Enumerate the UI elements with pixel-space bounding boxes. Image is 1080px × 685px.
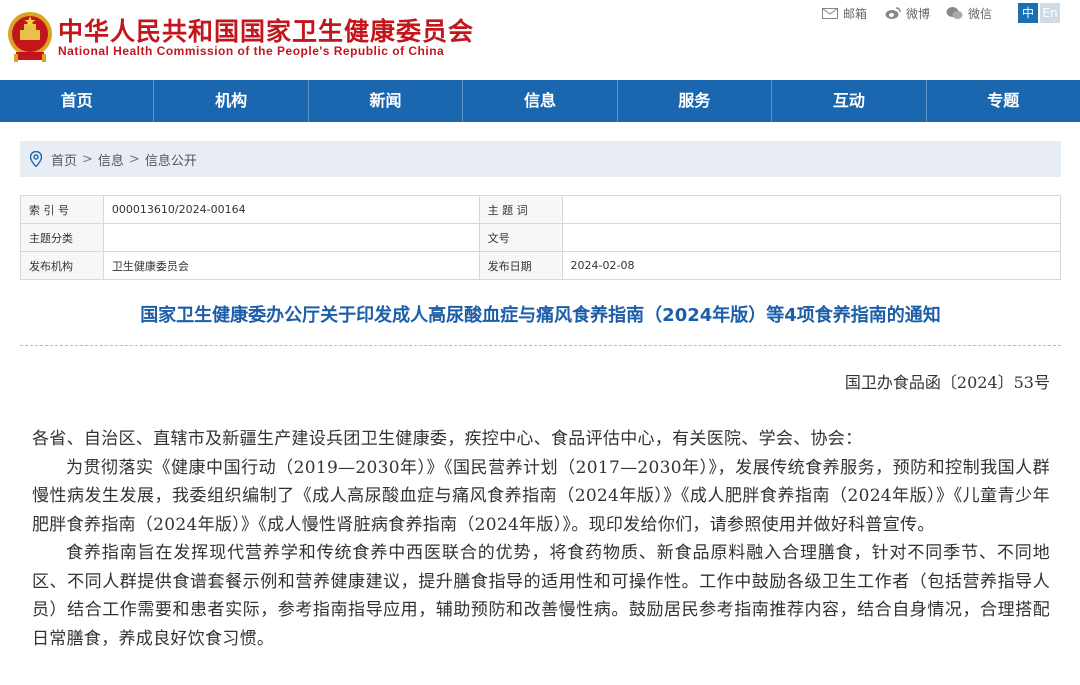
share-wechat-label: 微信 — [968, 6, 993, 21]
publisher-value: 卫生健康委员会 — [102, 251, 480, 280]
share-wechat-link[interactable]: 微信 — [946, 5, 992, 21]
salutation-paragraph: 各省、自治区、直辖市及新疆生产建设兵团卫生健康委，疾控中心、食品评估中心，有关医… — [32, 429, 863, 449]
wechat-icon — [946, 7, 963, 19]
lang-english-button[interactable]: En — [1040, 3, 1060, 23]
body-paragraph: 食养指南旨在发挥现代营养学和传统食养中西医联合的优势，将食药物质、新食品原料融入… — [32, 543, 1050, 649]
docno-value — [561, 223, 1062, 252]
share-mail-label: 邮箱 — [843, 6, 868, 21]
index-value: 000013610/2024-00164 — [102, 195, 480, 224]
breadcrumb: 首页 > 信息 > 信息公开 — [20, 141, 1061, 177]
breadcrumb-information[interactable]: 信息 — [98, 150, 124, 169]
document-title: 国家卫生健康委办公厅关于印发成人高尿酸血症与痛风食养指南（2024年版）等4项食… — [140, 305, 941, 326]
nav-item-topics[interactable]: 专题 — [927, 80, 1080, 122]
nav-item-home[interactable]: 首页 — [0, 80, 155, 122]
share-weibo-label: 微博 — [906, 6, 931, 21]
table-row: 主题分类 文号 — [20, 223, 1062, 252]
nav-item-information[interactable]: 信息 — [463, 80, 618, 122]
nav-item-services[interactable]: 服务 — [618, 80, 773, 122]
share-weibo-link[interactable]: 微博 — [885, 5, 930, 21]
index-label: 索 引 号 — [20, 195, 104, 224]
lang-chinese-button[interactable]: 中 — [1018, 3, 1038, 23]
site-title[interactable]: 中华人民共和国国家卫生健康委员会 — [58, 12, 474, 48]
subject-label: 主 题 词 — [478, 195, 563, 224]
docno-label: 文号 — [478, 223, 563, 252]
table-row: 发布机构 卫生健康委员会 发布日期 2024-02-08 — [20, 251, 1062, 280]
document-info-table: 索 引 号 000013610/2024-00164 主 题 词 主题分类 文号… — [20, 195, 1062, 280]
body-paragraph: 为贯彻落实《健康中国行动（2019—2030年）》《国民营养计划（2017—20… — [32, 457, 1050, 535]
breadcrumb-separator: > — [82, 151, 93, 167]
national-emblem-icon[interactable] — [6, 8, 54, 64]
document-body: 各省、自治区、直辖市及新疆生产建设兵团卫生健康委，疾控中心、食品评估中心，有关医… — [32, 425, 1050, 653]
site-header: 中华人民共和国国家卫生健康委员会 National Health Commiss… — [0, 0, 1080, 80]
nav-item-organization[interactable]: 机构 — [154, 80, 309, 122]
weibo-icon — [885, 7, 901, 19]
divider — [20, 345, 1061, 346]
breadcrumb-home[interactable]: 首页 — [51, 150, 77, 169]
breadcrumb-disclosure[interactable]: 信息公开 — [145, 150, 197, 169]
nav-item-interaction[interactable]: 互动 — [772, 80, 927, 122]
location-pin-icon — [30, 151, 42, 167]
category-value — [102, 223, 480, 252]
site-subtitle: National Health Commission of the People… — [58, 44, 445, 58]
category-label: 主题分类 — [20, 223, 104, 252]
main-nav: 首页 机构 新闻 信息 服务 互动 专题 — [0, 80, 1080, 122]
publisher-label: 发布机构 — [20, 251, 104, 280]
breadcrumb-separator: > — [128, 151, 140, 167]
document-number: 国卫办食品函〔2024〕53号 — [844, 373, 1050, 392]
share-mail-link[interactable]: 邮箱 — [822, 5, 867, 21]
mail-icon — [822, 7, 838, 19]
table-row: 索 引 号 000013610/2024-00164 主 题 词 — [20, 195, 1062, 224]
date-label: 发布日期 — [478, 251, 563, 280]
subject-value — [561, 195, 1062, 224]
nav-item-news[interactable]: 新闻 — [309, 80, 464, 122]
date-value: 2024-02-08 — [561, 251, 1062, 280]
